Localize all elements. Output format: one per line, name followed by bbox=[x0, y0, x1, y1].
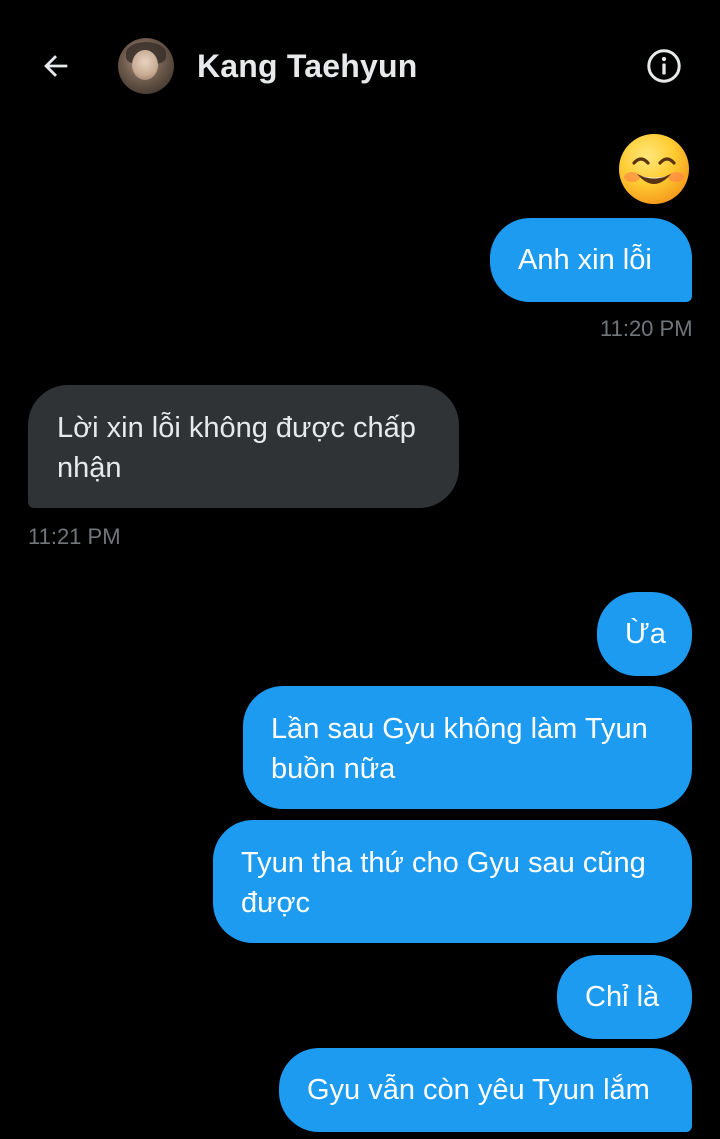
message-text-line: Lần sau Gyu không làm Tyun bbox=[271, 713, 648, 745]
outgoing-message[interactable]: Lần sau Gyu không làm Tyun buồn nữa bbox=[243, 686, 692, 809]
info-button[interactable] bbox=[642, 44, 686, 88]
message-text-line: Tyun tha thứ cho Gyu sau cũng bbox=[241, 847, 646, 879]
message-text: Chỉ là bbox=[585, 981, 660, 1013]
message-timestamp: 11:21 PM bbox=[28, 524, 121, 549]
message-text-line: Lời xin lỗi không được chấp bbox=[57, 412, 416, 444]
smiling-face-emoji[interactable] bbox=[617, 132, 691, 206]
outgoing-message[interactable]: Gyu vẫn còn yêu Tyun lắm bbox=[279, 1048, 692, 1132]
back-arrow-icon bbox=[44, 55, 68, 77]
outgoing-message[interactable]: Chỉ là bbox=[557, 955, 692, 1039]
message-text-line: được bbox=[241, 887, 311, 919]
message-text-line: buồn nữa bbox=[271, 753, 396, 785]
incoming-message[interactable]: Lời xin lỗi không được chấp nhận bbox=[28, 385, 459, 508]
outgoing-message[interactable]: Ừa bbox=[597, 592, 692, 676]
message-text: Gyu vẫn còn yêu Tyun lắm bbox=[307, 1074, 650, 1106]
message-timestamp: 11:20 PM bbox=[600, 316, 693, 341]
info-icon bbox=[647, 49, 681, 83]
avatar[interactable] bbox=[118, 38, 174, 94]
conversation-header: Kang Taehyun bbox=[0, 0, 720, 132]
message-text: Anh xin lỗi bbox=[518, 244, 652, 276]
outgoing-message[interactable]: Tyun tha thứ cho Gyu sau cũng được bbox=[213, 820, 692, 943]
contact-name[interactable]: Kang Taehyun bbox=[197, 48, 418, 85]
message-text-line: nhận bbox=[57, 452, 122, 484]
back-button[interactable] bbox=[34, 44, 78, 88]
message-text: Ừa bbox=[625, 618, 666, 650]
outgoing-message[interactable]: Anh xin lỗi bbox=[490, 218, 692, 302]
